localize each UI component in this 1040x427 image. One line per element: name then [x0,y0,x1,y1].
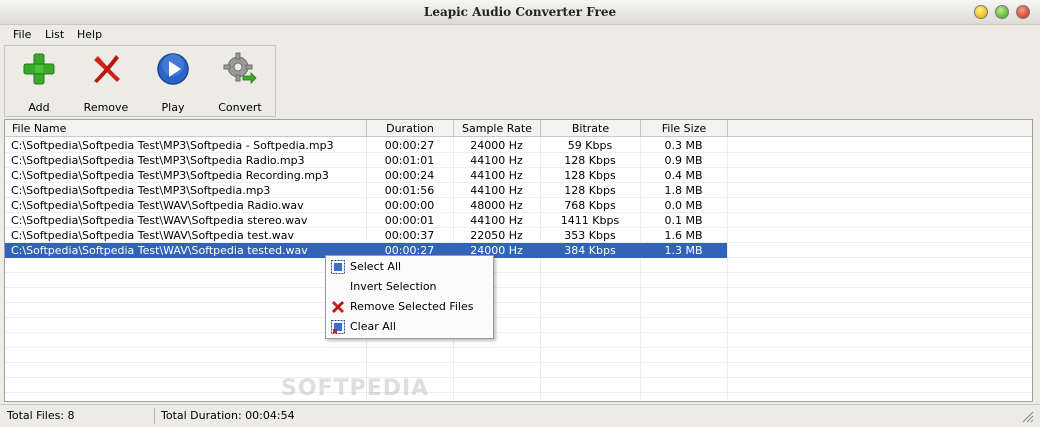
table-cell: 00:00:01 [384,214,435,227]
add-label: Add [28,101,50,114]
ctx-clear-all-label: Clear All [350,320,396,333]
ctx-select-all[interactable]: Select All [326,257,493,277]
ctx-remove-selected-label: Remove Selected Files [350,300,474,313]
table-row[interactable]: C:\Softpedia\Softpedia Test\MP3\Softpedi… [5,168,1032,183]
plus-icon [23,53,55,85]
close-button[interactable] [1016,5,1030,19]
table-cell: 59 Kbps [567,139,613,152]
table-cell: 24000 Hz [470,139,523,152]
ctx-remove-selected[interactable]: Remove Selected Files [326,297,493,317]
ctx-select-all-label: Select All [350,260,402,273]
table-row[interactable]: C:\Softpedia\Softpedia Test\WAV\Softpedi… [5,213,1032,228]
table-cell: 1.8 MB [664,184,703,197]
table-cell: 1.3 MB [640,243,727,258]
context-menu: Select All Invert Selection Remove Selec… [325,255,494,339]
menu-help[interactable]: Help [77,28,102,41]
remove-label: Remove [83,101,129,114]
table-cell: C:\Softpedia\Softpedia Test\WAV\Softpedi… [5,243,366,258]
menu-bar: File List Help [0,25,1040,45]
clear-all-icon [331,320,345,334]
table-cell: C:\Softpedia\Softpedia Test\WAV\Softpedi… [11,229,295,242]
column-bitrate[interactable]: Bitrate [541,120,641,137]
table-cell: C:\Softpedia\Softpedia Test\WAV\Softpedi… [11,214,308,227]
remove-button[interactable]: Remove [73,48,139,116]
status-separator [154,408,155,424]
column-file-size[interactable]: File Size [641,120,728,137]
table-cell: 44100 Hz [470,154,523,167]
table-cell: 0.9 MB [664,154,703,167]
table-cell: 48000 Hz [470,199,523,212]
table-cell: 1.6 MB [664,229,703,242]
table-cell: 128 Kbps [564,154,616,167]
table-cell: 00:00:37 [384,229,435,242]
window-title: Leapic Audio Converter Free [423,5,617,19]
ctx-invert-selection[interactable]: Invert Selection [326,277,493,297]
convert-button[interactable]: Convert [207,48,273,116]
table-row[interactable]: C:\Softpedia\Softpedia Test\WAV\Softpedi… [5,198,1032,213]
table-cell: 128 Kbps [564,184,616,197]
table-cell: 0.3 MB [664,139,703,152]
menu-list[interactable]: List [45,28,64,41]
x-mark-icon [94,55,120,83]
watermark: SOFTPEDIA [281,376,430,401]
ctx-invert-selection-label: Invert Selection [350,280,437,293]
table-cell: 768 Kbps [564,199,616,212]
play-button[interactable]: Play [140,48,206,116]
x-mark-icon [332,301,344,313]
table-row[interactable]: C:\Softpedia\Softpedia Test\WAV\Softpedi… [5,243,1032,258]
table-cell: C:\Softpedia\Softpedia Test\MP3\Softpedi… [11,139,334,152]
table-cell: 22050 Hz [470,229,523,242]
table-cell: 00:01:56 [384,184,435,197]
table-cell: 00:01:01 [384,154,435,167]
table-row[interactable]: C:\Softpedia\Softpedia Test\MP3\Softpedi… [5,183,1032,198]
column-duration[interactable]: Duration [367,120,454,137]
table-row[interactable]: C:\Softpedia\Softpedia Test\MP3\Softpedi… [5,138,1032,153]
gear-icon [223,52,257,84]
table-cell: C:\Softpedia\Softpedia Test\WAV\Softpedi… [11,199,304,212]
table-cell: 00:00:24 [384,169,435,182]
play-icon [157,53,189,85]
table-cell: 128 Kbps [564,169,616,182]
column-file-name[interactable]: File Name [5,120,367,137]
table-cell: 384 Kbps [540,243,640,258]
table-cell: 0.0 MB [664,199,703,212]
table-cell: 0.1 MB [664,214,703,227]
total-files: Total Files: 8 [7,409,75,422]
file-list[interactable]: File Name Duration Sample Rate Bitrate F… [4,119,1033,402]
title-bar: Leapic Audio Converter Free [0,0,1040,25]
table-cell: C:\Softpedia\Softpedia Test\MP3\Softpedi… [11,184,271,197]
table-cell: 1411 Kbps [560,214,620,227]
table-row[interactable]: C:\Softpedia\Softpedia Test\MP3\Softpedi… [5,153,1032,168]
list-header: File Name Duration Sample Rate Bitrate F… [5,120,1032,137]
convert-label: Convert [218,101,262,114]
column-sample-rate[interactable]: Sample Rate [454,120,541,137]
table-cell: 44100 Hz [470,214,523,227]
menu-file[interactable]: File [13,28,31,41]
table-cell: 00:00:27 [384,139,435,152]
status-bar: Total Files: 8 Total Duration: 00:04:54 [0,404,1040,427]
minimize-button[interactable] [974,5,988,19]
table-cell: 44100 Hz [470,184,523,197]
table-cell: C:\Softpedia\Softpedia Test\MP3\Softpedi… [11,169,329,182]
select-all-icon [331,260,345,274]
resize-grip-icon[interactable] [1022,411,1034,423]
maximize-button[interactable] [995,5,1009,19]
ctx-clear-all[interactable]: Clear All [326,317,493,337]
table-cell: 00:00:00 [384,199,435,212]
toolbar: Add Remove Play Convert [4,45,276,117]
total-duration: Total Duration: 00:04:54 [161,409,295,422]
table-row[interactable]: C:\Softpedia\Softpedia Test\WAV\Softpedi… [5,228,1032,243]
table-cell: 44100 Hz [470,169,523,182]
add-button[interactable]: Add [6,48,72,116]
table-cell: C:\Softpedia\Softpedia Test\MP3\Softpedi… [11,154,305,167]
table-cell: 0.4 MB [664,169,703,182]
play-label: Play [161,101,185,114]
table-cell: 353 Kbps [564,229,616,242]
